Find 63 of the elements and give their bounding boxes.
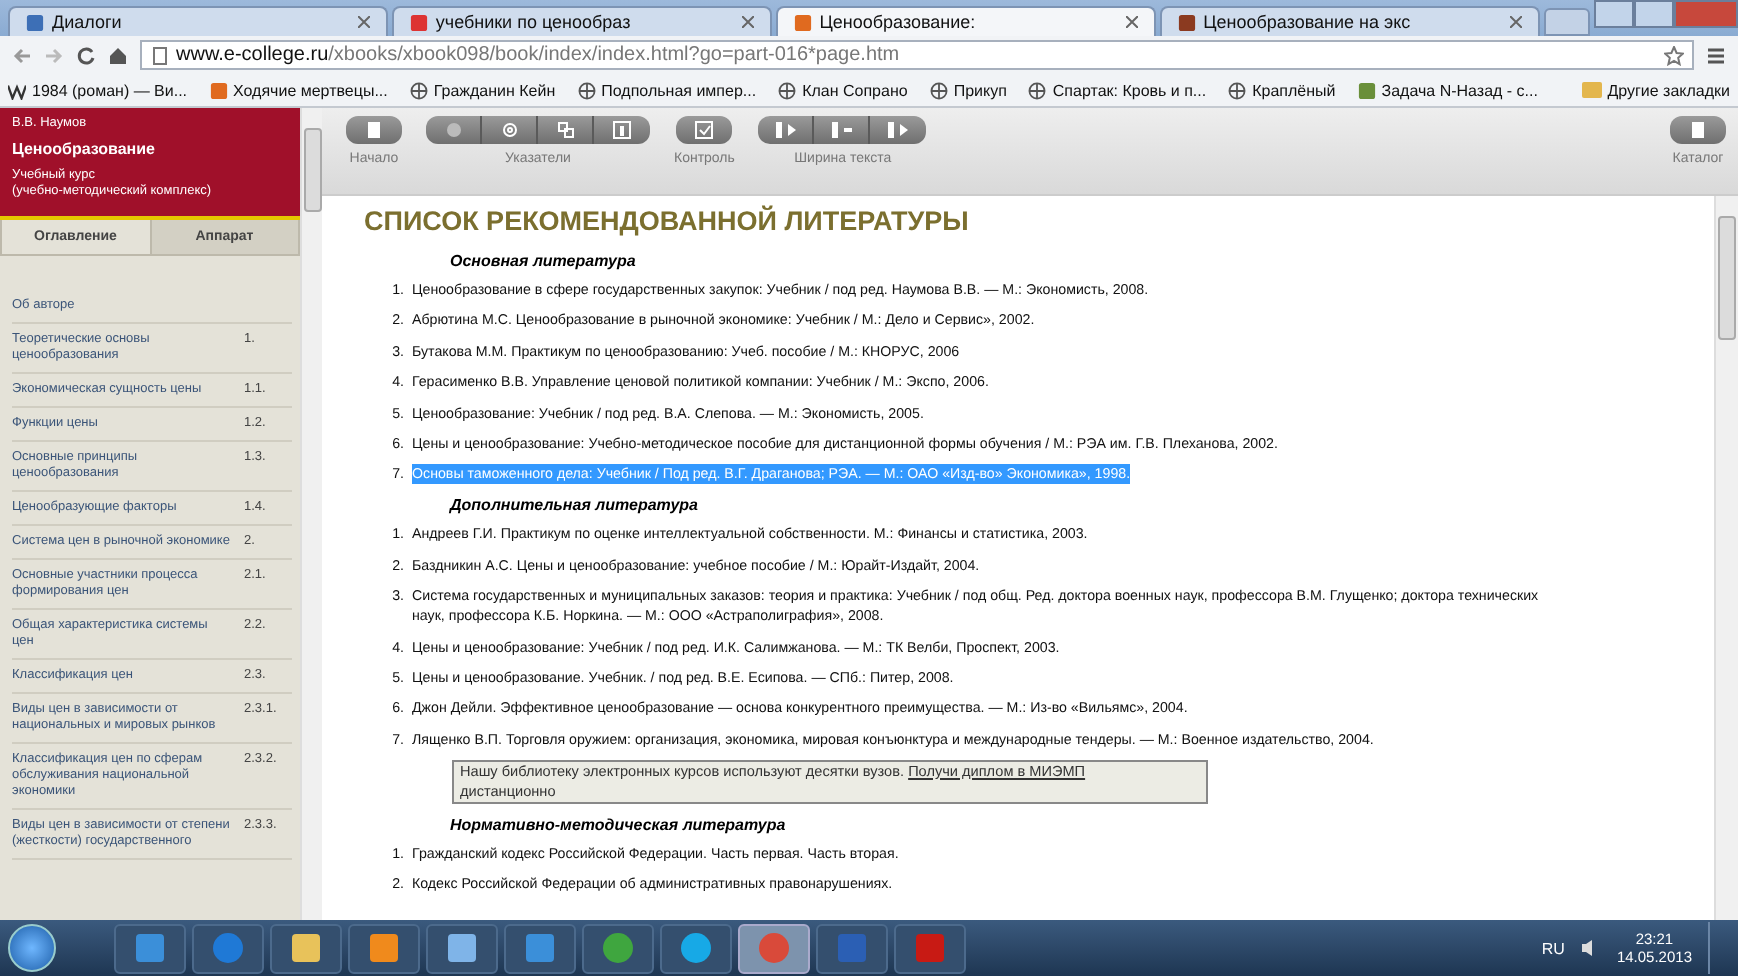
menu-icon[interactable]: [1706, 45, 1726, 65]
checkbox-icon: [692, 120, 717, 140]
bookmark[interactable]: Клан Сопрано: [778, 81, 908, 99]
bookmark[interactable]: Задача N-Назад - с...: [1357, 81, 1538, 99]
back-icon[interactable]: [12, 45, 32, 65]
taskbar-app[interactable]: [582, 923, 654, 973]
site-icon: [1177, 13, 1196, 31]
globe-icon: [1228, 81, 1247, 99]
taskbar-app[interactable]: [660, 923, 732, 973]
language-indicator[interactable]: RU: [1541, 939, 1565, 957]
bookmark[interactable]: Подпольная импер...: [577, 81, 757, 99]
site-icon: [409, 13, 428, 31]
taskbar-app[interactable]: [348, 923, 420, 973]
globe-icon: [577, 81, 596, 99]
home-icon[interactable]: [108, 45, 128, 65]
target-icon: [497, 120, 521, 140]
page-heading: СПИСОК РЕКОМЕНДОВАННОЙ ЛИТЕРАТУРЫ: [364, 206, 971, 236]
copy-icon: [553, 120, 577, 140]
page-icon: [362, 120, 386, 140]
page-icon: [150, 45, 170, 65]
arrow-icon: [886, 120, 911, 140]
section-title: Дополнительная литература: [450, 496, 700, 515]
bookmark[interactable]: Спартак: Кровь и п...: [1028, 81, 1207, 99]
browser-tab[interactable]: Ценообразование на экс: [1159, 6, 1539, 36]
site-icon: [26, 13, 44, 31]
browser-tab[interactable]: учебники по ценообраз: [391, 6, 772, 36]
wiki-icon: [8, 81, 26, 99]
close-icon[interactable]: [357, 16, 370, 28]
bookmark[interactable]: Прикуп: [929, 81, 1007, 99]
close-icon[interactable]: [741, 16, 754, 28]
globe-icon: [929, 81, 948, 99]
start-button[interactable]: [8, 924, 56, 972]
bookmark[interactable]: Ходячие мертвецы...: [209, 81, 388, 99]
arrow-icon: [773, 120, 798, 140]
close-icon[interactable]: [1125, 16, 1138, 28]
browser-tab[interactable]: Диалоги: [8, 6, 388, 36]
section-title: Основная литература: [450, 252, 638, 270]
bookmark[interactable]: Гражданин Кейн: [409, 81, 556, 99]
globe-icon: [409, 81, 428, 99]
other-bookmarks[interactable]: Другие закладки: [1581, 81, 1730, 99]
globe-icon: [1028, 81, 1047, 99]
scrollbar[interactable]: [300, 108, 322, 920]
browser-tab[interactable]: Ценообразование:: [775, 6, 1156, 36]
taskbar-app[interactable]: [738, 923, 810, 973]
scrollbar[interactable]: [1714, 196, 1738, 920]
page-icon: [1686, 120, 1710, 140]
maximize-button[interactable]: [1634, 0, 1674, 28]
close-icon[interactable]: [1509, 16, 1521, 28]
taskbar-app[interactable]: [426, 923, 498, 973]
section-title: Нормативно-методическая литература: [450, 815, 788, 834]
minimize-button[interactable]: [1594, 0, 1634, 28]
address-field[interactable]: www.e-college.ru/xbooks/xbook098/book/index/index.html?go=part-016*page.htm: [140, 40, 1694, 70]
star-icon[interactable]: [1664, 45, 1684, 65]
taskbar-app[interactable]: [270, 923, 342, 973]
taskbar-app[interactable]: [504, 923, 576, 973]
site-icon: [793, 13, 812, 31]
taskbar-app[interactable]: [114, 923, 186, 973]
bookmark[interactable]: 1984 (роман) — Ви...: [8, 81, 188, 99]
reload-icon[interactable]: [76, 45, 96, 65]
site-icon: [209, 81, 228, 99]
globe-icon: [778, 81, 797, 99]
course-title: Ценообразование: [12, 140, 157, 158]
bookmark[interactable]: Краплёный: [1228, 81, 1336, 99]
